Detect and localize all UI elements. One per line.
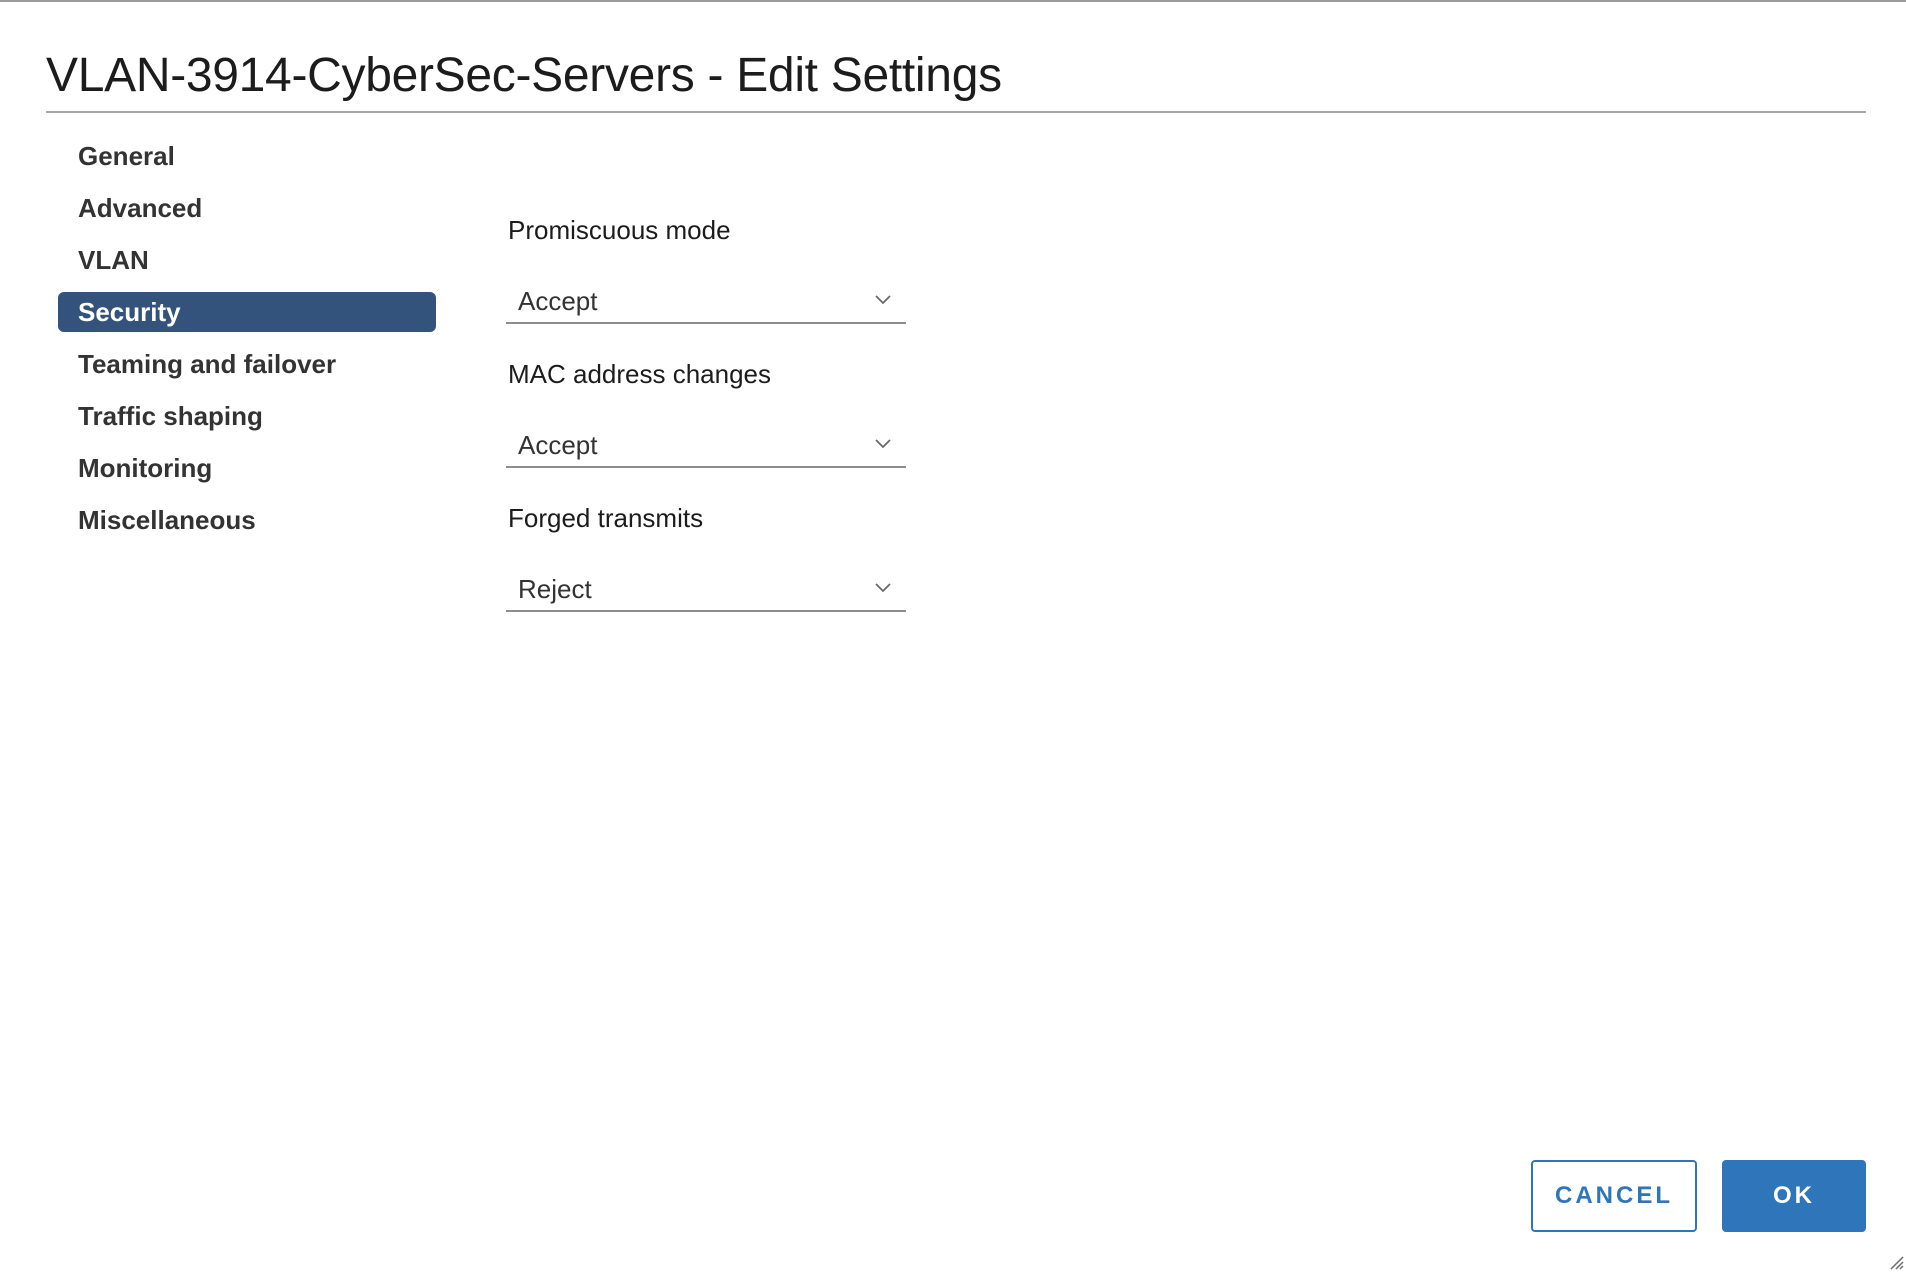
mac-address-changes-field: MAC address changes Accept xyxy=(506,354,906,498)
edit-settings-dialog: VLAN-3914-CyberSec-Servers - Edit Settin… xyxy=(0,0,1906,1274)
nav-item-teaming-and-failover[interactable]: Teaming and failover xyxy=(58,344,436,384)
chevron-down-icon xyxy=(875,583,891,593)
mac-address-changes-select[interactable]: Accept xyxy=(506,424,906,468)
title-divider xyxy=(46,111,1866,113)
security-form: Promiscuous mode Accept MAC address chan… xyxy=(506,210,906,642)
forged-transmits-value: Reject xyxy=(518,574,592,604)
promiscuous-mode-label: Promiscuous mode xyxy=(508,215,731,245)
ok-button[interactable]: OK xyxy=(1722,1160,1866,1232)
chevron-down-icon xyxy=(875,295,891,305)
forged-transmits-label: Forged transmits xyxy=(508,503,704,533)
nav-item-miscellaneous[interactable]: Miscellaneous xyxy=(58,500,436,540)
nav-item-traffic-shaping[interactable]: Traffic shaping xyxy=(58,396,436,436)
settings-nav: General Advanced VLAN Security Teaming a… xyxy=(58,136,436,552)
nav-item-monitoring[interactable]: Monitoring xyxy=(58,448,436,488)
nav-item-general[interactable]: General xyxy=(58,136,436,176)
mac-address-changes-label: MAC address changes xyxy=(508,359,772,389)
forged-transmits-field: Forged transmits Reject xyxy=(506,498,906,642)
nav-item-advanced[interactable]: Advanced xyxy=(58,188,436,228)
chevron-down-icon xyxy=(875,439,891,449)
promiscuous-mode-value: Accept xyxy=(518,286,598,316)
mac-address-changes-value: Accept xyxy=(518,430,598,460)
forged-transmits-select[interactable]: Reject xyxy=(506,568,906,612)
promiscuous-mode-field: Promiscuous mode Accept xyxy=(506,210,906,354)
resize-grip-icon[interactable] xyxy=(1888,1254,1904,1270)
nav-item-vlan[interactable]: VLAN xyxy=(58,240,436,280)
dialog-title: VLAN-3914-CyberSec-Servers - Edit Settin… xyxy=(46,49,1002,102)
promiscuous-mode-select[interactable]: Accept xyxy=(506,280,906,324)
cancel-button[interactable]: CANCEL xyxy=(1531,1160,1697,1232)
nav-item-security[interactable]: Security xyxy=(58,292,436,332)
